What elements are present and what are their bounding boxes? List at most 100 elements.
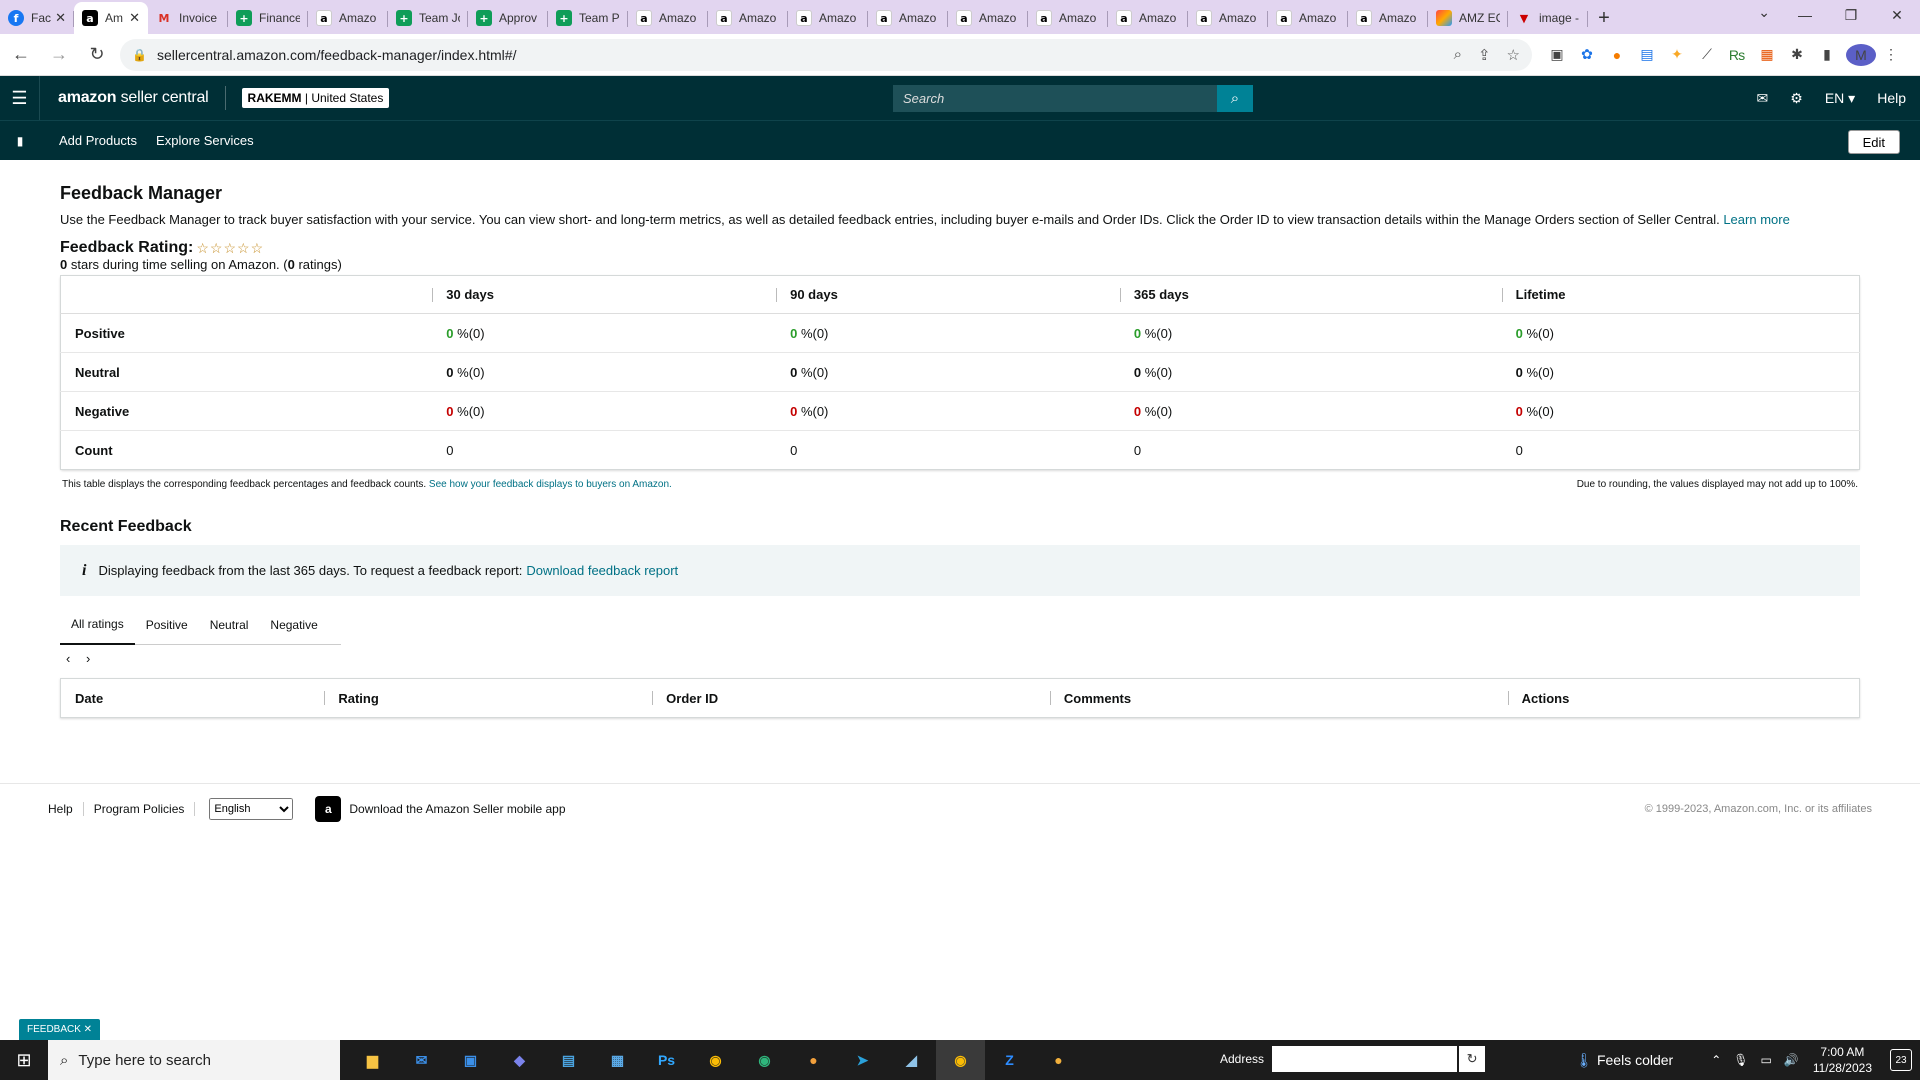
recent-column-header[interactable]: Actions: [1507, 679, 1860, 718]
back-icon[interactable]: ←: [4, 38, 38, 72]
profile-avatar[interactable]: M: [1846, 43, 1876, 66]
tab-all-ratings[interactable]: All ratings: [60, 606, 135, 645]
extension-icon[interactable]: ✦: [1662, 46, 1692, 63]
sidebar-icon[interactable]: ▮: [1812, 46, 1842, 63]
volume-icon[interactable]: 🔊: [1784, 1053, 1799, 1067]
mail-app-icon[interactable]: ✉: [397, 1040, 446, 1080]
extension-icon[interactable]: ▦: [1752, 46, 1782, 63]
language-selector[interactable]: EN ▾: [1825, 90, 1855, 107]
edit-button[interactable]: Edit: [1847, 130, 1900, 154]
tab-negative[interactable]: Negative: [259, 606, 328, 645]
extension-icon[interactable]: ▤: [1632, 46, 1662, 63]
browser-tab[interactable]: a Amazo: [628, 2, 708, 34]
close-tab-icon[interactable]: ✕: [129, 10, 140, 26]
chrome-icon[interactable]: ◉: [691, 1040, 740, 1080]
lock-icon[interactable]: 🔒: [132, 48, 147, 62]
browser-menu-icon[interactable]: ⋮: [1876, 46, 1906, 63]
tab-search-icon[interactable]: ⌄: [1758, 4, 1770, 21]
app-icon[interactable]: ▤: [544, 1040, 593, 1080]
subnav-link-explore-services[interactable]: Explore Services: [156, 133, 254, 148]
mail-icon[interactable]: ✉: [1757, 90, 1769, 107]
recent-column-header[interactable]: Comments: [1049, 679, 1508, 718]
edge-icon[interactable]: ◉: [740, 1040, 789, 1080]
browser-tab[interactable]: a Amazo: [868, 2, 948, 34]
tab-positive[interactable]: Positive: [135, 606, 199, 645]
tab-neutral[interactable]: Neutral: [199, 606, 260, 645]
browser-tab[interactable]: ▼ image -: [1508, 2, 1588, 34]
feedback-display-link[interactable]: See how your feedback displays to buyers…: [429, 479, 672, 490]
chrome-profile-icon[interactable]: ◉: [936, 1040, 985, 1080]
download-feedback-report-link[interactable]: Download feedback report: [526, 563, 678, 578]
close-tab-icon[interactable]: ✕: [55, 10, 66, 26]
new-tab-button[interactable]: +: [1588, 2, 1620, 34]
gear-icon[interactable]: ⚙: [1790, 90, 1803, 107]
microphone-icon[interactable]: 🎙: [1733, 1053, 1748, 1067]
browser-tab[interactable]: a Am ✕: [74, 2, 148, 34]
address-bar[interactable]: 🔒 sellercentral.amazon.com/feedback-mana…: [120, 38, 1532, 71]
feedback-button[interactable]: FEEDBACK ✕: [19, 1019, 101, 1040]
windows-start-icon[interactable]: ⊞: [0, 1040, 48, 1080]
restore-icon[interactable]: ❐: [1828, 0, 1874, 30]
browser-tab[interactable]: a Amazo: [308, 2, 388, 34]
zoom-icon[interactable]: ⌕: [1454, 46, 1462, 63]
footer-help-link[interactable]: Help: [48, 801, 84, 816]
app-icon[interactable]: ◢: [887, 1040, 936, 1080]
calculator-icon[interactable]: ▦: [593, 1040, 642, 1080]
bookmark-star-icon[interactable]: ☆: [1507, 46, 1520, 64]
search-input[interactable]: [893, 85, 1217, 112]
recent-column-header[interactable]: Rating: [324, 679, 652, 718]
extension-icon[interactable]: ₨: [1722, 47, 1752, 63]
address-go-icon[interactable]: ↻: [1459, 1046, 1486, 1072]
store-app-icon[interactable]: ▣: [446, 1040, 495, 1080]
browser-tab[interactable]: a Amazo: [1028, 2, 1108, 34]
browser-tab[interactable]: a Amazo: [948, 2, 1028, 34]
weather-widget[interactable]: 🌡 Feels colder: [1575, 1052, 1673, 1069]
browser-tab[interactable]: a Amazo: [788, 2, 868, 34]
extension-icon[interactable]: ✿: [1572, 46, 1602, 63]
minimize-icon[interactable]: —: [1782, 0, 1828, 30]
seller-central-logo[interactable]: amazon seller central: [58, 89, 209, 107]
app-icon[interactable]: ●: [789, 1040, 838, 1080]
chevron-right-icon[interactable]: ›: [86, 651, 90, 666]
app-icon[interactable]: ◆: [495, 1040, 544, 1080]
notifications-icon[interactable]: 23: [1890, 1049, 1912, 1071]
bookmark-icon[interactable]: ▮: [0, 134, 40, 148]
browser-tab[interactable]: + Finance: [228, 2, 308, 34]
extension-icon[interactable]: ▣: [1542, 46, 1572, 63]
footer-program-policies-link[interactable]: Program Policies: [84, 801, 196, 816]
recent-column-header[interactable]: Order ID: [652, 679, 1050, 718]
network-icon[interactable]: ▭: [1761, 1053, 1772, 1067]
browser-tab[interactable]: + Approv: [468, 2, 548, 34]
learn-more-link[interactable]: Learn more: [1723, 212, 1789, 227]
browser-tab[interactable]: a Amazo: [1108, 2, 1188, 34]
telegram-icon[interactable]: ➤: [838, 1040, 887, 1080]
zoom-app-icon[interactable]: Z: [985, 1040, 1034, 1080]
browser-tab[interactable]: f Fac ✕: [0, 2, 74, 34]
browser-tab[interactable]: + Team Pc: [548, 2, 628, 34]
help-link[interactable]: Help: [1877, 90, 1906, 106]
chevron-up-icon[interactable]: ⌃: [1711, 1053, 1721, 1067]
search-icon[interactable]: ⌕: [1217, 85, 1253, 112]
extension-icon[interactable]: ●: [1602, 47, 1632, 63]
share-icon[interactable]: ⇪: [1478, 46, 1491, 64]
address-input[interactable]: [1272, 1046, 1458, 1072]
store-switcher[interactable]: RAKEMM | United States: [241, 88, 390, 108]
hamburger-menu-icon[interactable]: ☰: [0, 76, 40, 120]
extension-icon[interactable]: ⟋: [1692, 46, 1722, 63]
app-icon[interactable]: ●: [1034, 1040, 1083, 1080]
browser-tab[interactable]: + Team Jo: [388, 2, 468, 34]
subnav-link-add-products[interactable]: Add Products: [59, 133, 137, 148]
mobile-app-link[interactable]: a Download the Amazon Seller mobile app: [315, 795, 566, 822]
chevron-left-icon[interactable]: ‹: [66, 651, 70, 666]
taskbar-search[interactable]: ⌕ Type here to search: [48, 1040, 340, 1080]
photoshop-icon[interactable]: Ps: [642, 1040, 691, 1080]
file-explorer-icon[interactable]: ▆: [348, 1040, 397, 1080]
browser-tab[interactable]: a Amazo: [708, 2, 788, 34]
recent-column-header[interactable]: Date: [61, 679, 325, 718]
reload-icon[interactable]: ↻: [80, 38, 114, 72]
browser-tab[interactable]: AMZ EC: [1428, 2, 1508, 34]
browser-tab[interactable]: M Invoice: [148, 2, 228, 34]
forward-icon[interactable]: →: [42, 38, 76, 72]
browser-tab[interactable]: a Amazo: [1348, 2, 1428, 34]
url-text[interactable]: sellercentral.amazon.com/feedback-manage…: [157, 47, 1438, 63]
